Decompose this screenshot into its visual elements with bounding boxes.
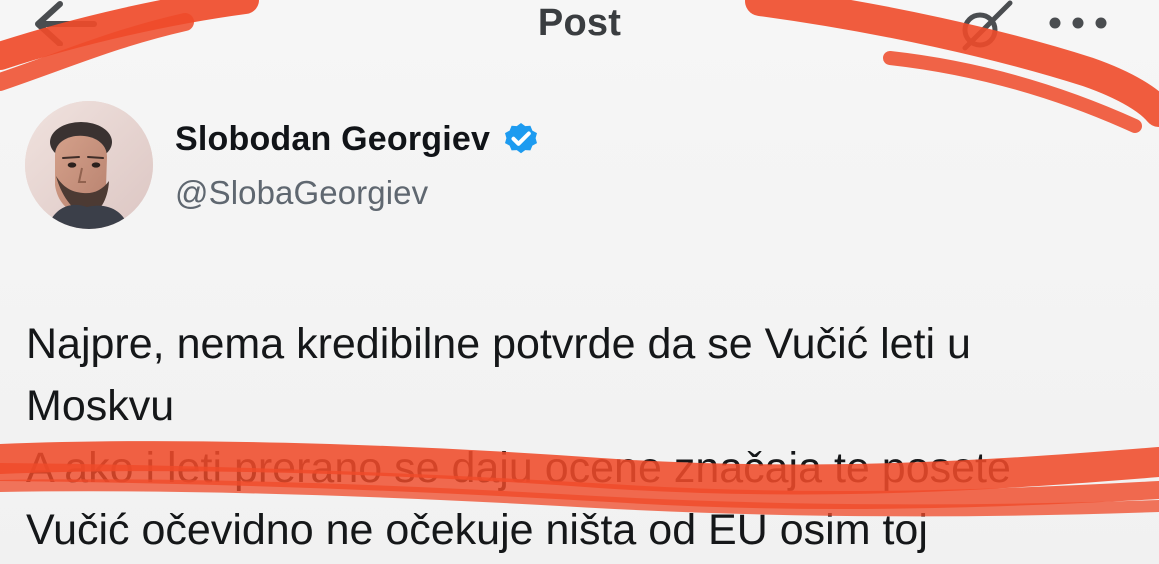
avatar-portrait [25,101,153,229]
more-options-button[interactable] [1042,10,1114,36]
tweet-line: Moskvu [26,382,175,430]
grok-button[interactable] [950,0,1020,56]
avatar[interactable] [25,101,153,229]
verified-badge-icon [505,122,538,153]
user-handle[interactable]: @SlobaGeorgiev [175,174,428,212]
grok-icon [962,0,1013,51]
tweet-line: Najpre, nema kredibilne potvrde da se Vu… [26,320,971,368]
top-bar: Post [0,0,1159,56]
display-name[interactable]: Slobodan Georgiev [175,120,490,159]
tweet-line: Vučić očevidno ne očekuje ništa od EU os… [26,506,928,554]
tweet-screenshot: Post Slobodan Georgiev @SlobaGeorgiev Na… [0,0,1159,564]
author-row: Slobodan Georgiev [175,120,540,159]
more-options-icon [1049,17,1107,29]
tweet-line: A ako i leti prerano se daju ocene znača… [26,444,1011,492]
tweet-text: Najpre, nema kredibilne potvrde da se Vu… [26,313,1136,561]
